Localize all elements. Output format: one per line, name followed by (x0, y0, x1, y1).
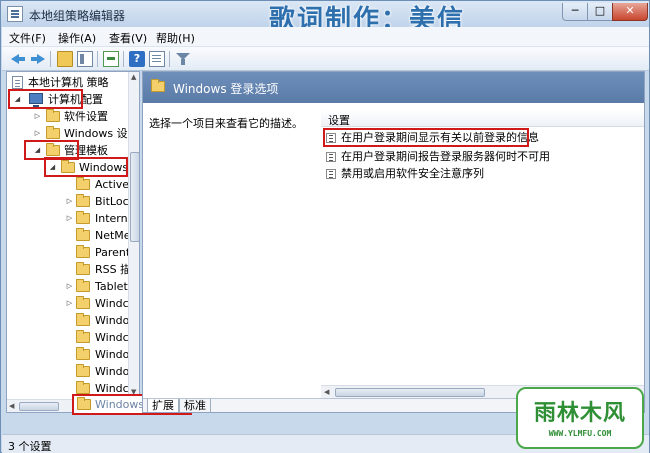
tree-vertical-scrollbar[interactable]: ▲ ▼ (128, 72, 139, 399)
settings-column-header[interactable]: 设置 (321, 109, 644, 127)
scroll-up-arrow-icon[interactable]: ▲ (131, 73, 136, 81)
folder-icon (76, 177, 90, 190)
folder-icon (76, 228, 90, 241)
logo-text: 雨林木风 (533, 401, 626, 426)
details-pane: Windows 登录选项 选择一个项目来查看它的描述。 设置 在用户登录期间显示… (142, 71, 645, 413)
folder-icon (76, 330, 90, 343)
folder-icon (76, 364, 90, 377)
folder-icon (76, 347, 90, 360)
menu-file[interactable]: 文件(F) (9, 30, 46, 46)
setting-label: 禁用或启用软件安全注意序列 (341, 167, 484, 180)
collapsed-arrow-icon[interactable]: ▷ (65, 278, 74, 295)
tree-item-label: NetMe (95, 229, 131, 242)
scroll-left-arrow-icon[interactable]: ◀ (324, 388, 329, 396)
tree-vertical-scroll-thumb[interactable] (130, 152, 139, 242)
scroll-left-arrow-icon[interactable]: ◀ (9, 402, 14, 410)
highlight-box (8, 89, 83, 109)
highlight-box (44, 157, 128, 177)
forward-arrow-icon[interactable] (30, 51, 46, 67)
toolbar-separator (123, 51, 124, 67)
collapsed-arrow-icon[interactable]: ▷ (33, 108, 42, 125)
minimize-button[interactable]: ─ (562, 3, 588, 21)
toolbar-separator (169, 51, 170, 67)
gpedit-app-icon (7, 6, 23, 22)
toolbar-separator (50, 51, 51, 67)
details-horizontal-scroll-thumb[interactable] (335, 388, 485, 397)
folder-icon (46, 126, 60, 139)
export-list-icon[interactable] (103, 51, 119, 67)
tree-item-label: Intern (95, 212, 128, 225)
status-text: 3 个设置 (8, 440, 52, 453)
setting-label: 在用户登录期间报告登录服务器何时不可用 (341, 150, 550, 163)
folder-up-icon[interactable] (57, 51, 73, 67)
tree-item-label: Windo (95, 314, 130, 327)
menu-action[interactable]: 操作(A) (58, 30, 96, 46)
folder-icon (46, 109, 60, 122)
menu-help[interactable]: 帮助(H) (156, 30, 195, 46)
tree-item-label: Windo (95, 365, 130, 378)
highlight-box (323, 128, 529, 147)
show-hide-tree-icon[interactable] (77, 51, 93, 67)
tree-item-label: Windc (95, 331, 129, 344)
folder-icon (76, 262, 90, 275)
toolbar: ? (2, 47, 649, 71)
policy-setting-icon (326, 169, 336, 179)
folder-icon (76, 194, 90, 207)
help-icon[interactable]: ? (129, 51, 145, 67)
description-text: 选择一个项目来查看它的描述。 (149, 117, 303, 130)
policy-tree[interactable]: 本地计算机 策略 ◢ 计算机配置 ▷ 软件设置 ▷ Windows 设 ◢ 管理… (6, 71, 140, 413)
policy-setting-icon (326, 152, 336, 162)
close-button[interactable]: ✕ (612, 3, 648, 21)
folder-icon (76, 313, 90, 326)
tree-item-label: RSS 描 (95, 263, 132, 276)
title-bar[interactable]: 本地组策略编辑器 歌词制作：美信 ─ □ ✕ (1, 1, 649, 35)
collapsed-arrow-icon[interactable]: ▷ (65, 193, 74, 210)
back-arrow-icon[interactable] (10, 51, 26, 67)
details-header-title: Windows 登录选项 (173, 82, 279, 96)
site-logo-watermark: 雨林木风 WWW.YLMFU.COM (516, 387, 644, 449)
folder-icon (76, 245, 90, 258)
tree-item-label: Windc (95, 297, 129, 310)
toolbar-separator (97, 51, 98, 67)
folder-icon (76, 279, 90, 292)
tree-item-label: 软件设置 (64, 110, 108, 123)
folder-icon (151, 79, 165, 92)
folder-icon (76, 211, 90, 224)
tab-standard[interactable]: 标准 (179, 399, 211, 412)
tree-item-label: Parent (95, 246, 131, 259)
logo-url: WWW.YLMFU.COM (548, 429, 612, 438)
collapsed-arrow-icon[interactable]: ▷ (65, 295, 74, 312)
policy-document-icon (12, 76, 23, 89)
tab-extended[interactable]: 扩展 (147, 399, 179, 412)
properties-icon[interactable] (149, 51, 165, 67)
collapsed-arrow-icon[interactable]: ▷ (65, 210, 74, 227)
tree-item-label: Active (95, 178, 130, 191)
maximize-button[interactable]: □ (587, 3, 613, 21)
window-title: 本地组策略编辑器 (29, 9, 126, 23)
app-window: 本地组策略编辑器 歌词制作：美信 ─ □ ✕ 文件(F) 操作(A) 查看(V)… (0, 0, 650, 453)
tree-item-label: Tablet (95, 280, 128, 293)
menu-bar: 文件(F) 操作(A) 查看(V) 帮助(H) (2, 27, 649, 47)
details-header: Windows 登录选项 (143, 72, 644, 103)
tree-horizontal-scroll-thumb[interactable] (19, 402, 59, 411)
tree-item-label: BitLoc (95, 195, 129, 208)
column-header-label: 设置 (328, 114, 350, 127)
menu-view[interactable]: 查看(V) (109, 30, 147, 46)
folder-icon (76, 381, 90, 394)
filter-icon[interactable] (175, 51, 191, 67)
folder-icon (76, 296, 90, 309)
tree-item-label: Windo (95, 348, 130, 361)
